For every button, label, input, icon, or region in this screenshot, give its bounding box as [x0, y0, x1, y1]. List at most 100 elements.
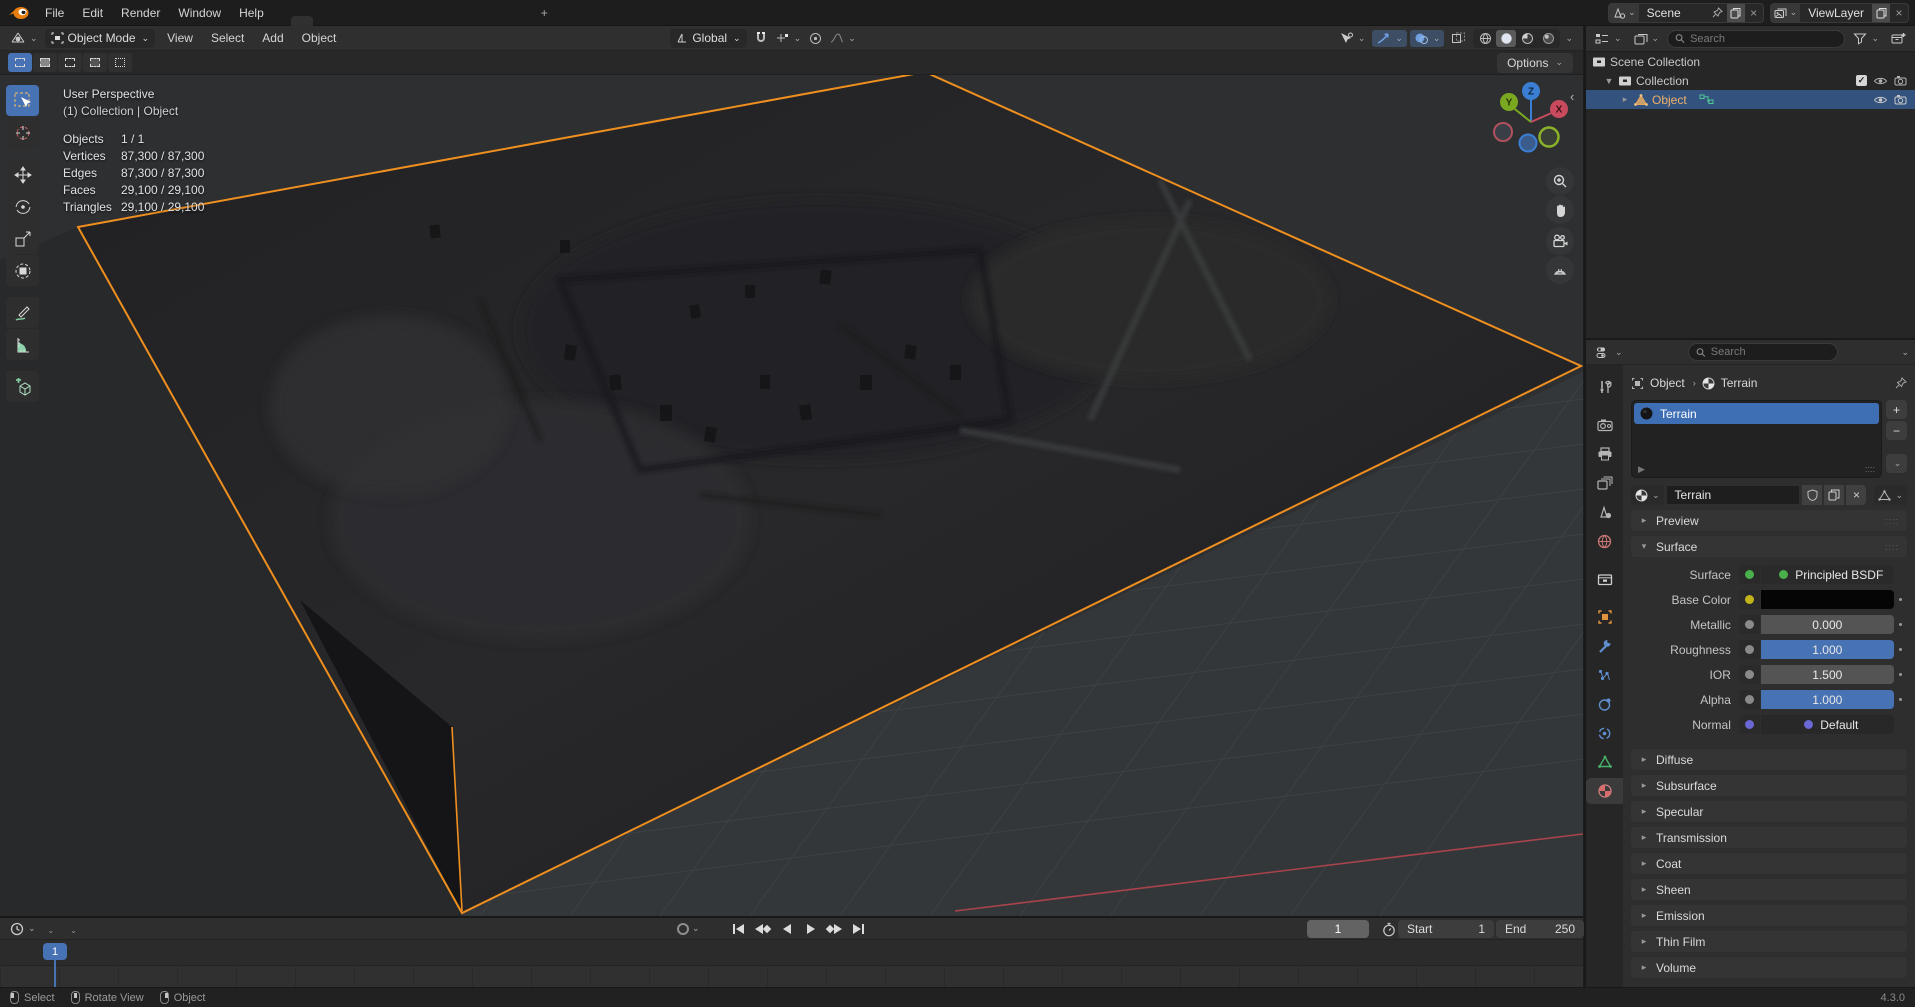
workspace-tab[interactable] — [357, 16, 379, 26]
preview-section-header[interactable]: ▸Preview:::: — [1631, 510, 1907, 531]
select-mode-intersect[interactable] — [108, 53, 132, 72]
fake-user-shield-button[interactable] — [1802, 485, 1822, 505]
snap-toggle[interactable] — [750, 29, 772, 47]
viewport-3d[interactable]: User Perspective (1) Collection | Object… — [0, 75, 1583, 916]
collapsed-section-header[interactable]: ▸Sheen — [1631, 879, 1907, 900]
add-material-slot-button[interactable]: + — [1886, 400, 1907, 419]
tab-collection[interactable] — [1586, 566, 1623, 592]
end-frame-field[interactable]: End250 — [1496, 920, 1584, 938]
timeline-menu-item[interactable] — [101, 919, 117, 939]
topbar-menu-item[interactable]: Edit — [73, 2, 112, 24]
expand-icon[interactable]: ▼ — [1604, 76, 1614, 86]
add-workspace-button[interactable]: + — [533, 2, 556, 24]
workspace-tab[interactable] — [401, 16, 423, 26]
outliner-search-input[interactable] — [1690, 33, 1837, 45]
workspace-tab[interactable] — [467, 16, 489, 26]
material-name-field[interactable]: Terrain — [1666, 485, 1801, 505]
viewport-menu-item[interactable]: Add — [253, 27, 292, 49]
outliner-display-mode-button[interactable]: ⌄ — [1591, 30, 1626, 47]
start-frame-field[interactable]: Start1 — [1398, 920, 1494, 938]
node-socket-button[interactable] — [1739, 715, 1760, 734]
tool-move[interactable] — [6, 159, 39, 190]
topbar-menu-item[interactable]: Render — [112, 2, 169, 24]
material-specials-button[interactable]: ⌄ — [1886, 454, 1907, 473]
scene-icon[interactable]: ⌄ — [1609, 4, 1639, 22]
property-value-widget[interactable]: 0.000 0.000 0.000 — [1761, 615, 1894, 634]
properties-search-input[interactable] — [1711, 346, 1830, 358]
collapsed-section-header[interactable]: ▸Diffuse — [1631, 749, 1907, 770]
tab-object-data[interactable] — [1586, 749, 1623, 775]
viewlayer-name[interactable]: ViewLayer — [1800, 6, 1872, 20]
breadcrumb-object[interactable]: Object — [1650, 376, 1685, 390]
property-value-widget[interactable]: 1.000 1.000 1.000 — [1761, 690, 1894, 709]
tab-particles[interactable] — [1586, 662, 1623, 688]
node-socket-button[interactable] — [1739, 640, 1760, 659]
animate-decorator[interactable] — [1894, 623, 1907, 626]
sidebar-toggle-arrow[interactable]: ‹ — [1570, 89, 1574, 104]
slot-grip[interactable]: :::: — [1865, 464, 1875, 475]
mode-selector[interactable]: Object Mode⌄ — [45, 29, 156, 48]
viewport-menu-item[interactable]: Select — [202, 27, 253, 49]
pin-scene-icon[interactable] — [1709, 4, 1727, 22]
timeline-ruler[interactable] — [0, 940, 1583, 966]
tab-tool[interactable] — [1586, 374, 1623, 400]
browse-material-button[interactable]: ⌄ — [1631, 485, 1664, 505]
hide-eye-icon[interactable] — [1873, 76, 1888, 86]
property-value-widget[interactable]: Principled BSDF Principled BSDF Principl… — [1761, 565, 1894, 584]
collapsed-section-header[interactable]: ▸Coat — [1631, 853, 1907, 874]
outliner-row-scene-collection[interactable]: Scene Collection — [1586, 52, 1915, 71]
tab-object[interactable] — [1586, 604, 1623, 630]
animate-decorator[interactable] — [1894, 673, 1907, 676]
shading-rendered-button[interactable] — [1538, 30, 1558, 47]
new-collection-button[interactable] — [1887, 30, 1910, 47]
pin-icon[interactable] — [1895, 377, 1907, 389]
current-frame-field[interactable]: 1 — [1307, 920, 1369, 938]
viewport-menu-item[interactable]: View — [158, 27, 202, 49]
properties-options-dropdown[interactable]: ⌄ — [1901, 347, 1909, 358]
shading-solid-button[interactable] — [1496, 30, 1516, 47]
xray-toggle[interactable] — [1447, 30, 1470, 47]
show-gizmo-toggle[interactable]: ⌄ — [1372, 30, 1407, 47]
tool-measure[interactable] — [6, 329, 39, 360]
topbar-menu-item[interactable]: Help — [230, 2, 273, 24]
outliner-row-object[interactable]: ▸ Object — [1586, 90, 1915, 109]
select-mode-new[interactable] — [8, 53, 32, 72]
collapsed-section-header[interactable]: ▸Transmission — [1631, 827, 1907, 848]
snap-target-selector[interactable]: ⌄ — [772, 30, 806, 46]
jump-to-end-button[interactable] — [848, 920, 870, 938]
render-camera-icon[interactable] — [1894, 94, 1907, 105]
new-scene-button[interactable] — [1727, 4, 1745, 22]
property-value-widget[interactable] — [1761, 590, 1894, 609]
remove-material-slot-button[interactable]: − — [1886, 421, 1907, 440]
properties-search[interactable] — [1688, 343, 1838, 361]
tool-rotate[interactable] — [6, 191, 39, 222]
tab-constraints[interactable] — [1586, 720, 1623, 746]
transform-orientation-selector[interactable]: Global⌄ — [670, 29, 746, 48]
render-camera-icon[interactable] — [1894, 75, 1907, 86]
tab-modifiers[interactable] — [1586, 633, 1623, 659]
tool-scale[interactable] — [6, 223, 39, 254]
collapsed-section-header[interactable]: ▸Subsurface — [1631, 775, 1907, 796]
navigation-gizmo[interactable]: Z Y X — [1486, 77, 1576, 167]
object-visibility-dropdown[interactable]: ⌄ — [1335, 30, 1370, 47]
tab-render[interactable] — [1586, 412, 1623, 438]
topbar-menu-item[interactable]: Window — [169, 2, 230, 24]
property-value-widget[interactable]: 1.000 1.000 1.000 — [1761, 640, 1894, 659]
play-button[interactable] — [800, 920, 822, 938]
new-viewlayer-button[interactable] — [1872, 4, 1890, 22]
outliner-filter-button[interactable]: ⌄ — [1849, 30, 1883, 47]
breadcrumb-material[interactable]: Terrain — [1721, 376, 1758, 390]
select-mode-subtract[interactable] — [58, 53, 82, 72]
tab-scene[interactable] — [1586, 499, 1623, 525]
property-value-widget[interactable]: 1.500 1.500 1.500 — [1761, 665, 1894, 684]
topbar-menu-item[interactable]: File — [36, 2, 73, 24]
timeline-menu-item[interactable] — [62, 919, 85, 939]
select-mode-extend[interactable] — [33, 53, 57, 72]
next-keyframe-button[interactable] — [824, 920, 846, 938]
timeline-editor-type-button[interactable]: ⌄ — [6, 920, 40, 938]
new-material-button[interactable] — [1824, 485, 1844, 505]
pan-button[interactable] — [1546, 196, 1574, 224]
property-value-widget[interactable]: Default Default Default — [1761, 715, 1894, 734]
play-reverse-button[interactable] — [776, 920, 798, 938]
tool-add-cube[interactable] — [6, 371, 39, 402]
